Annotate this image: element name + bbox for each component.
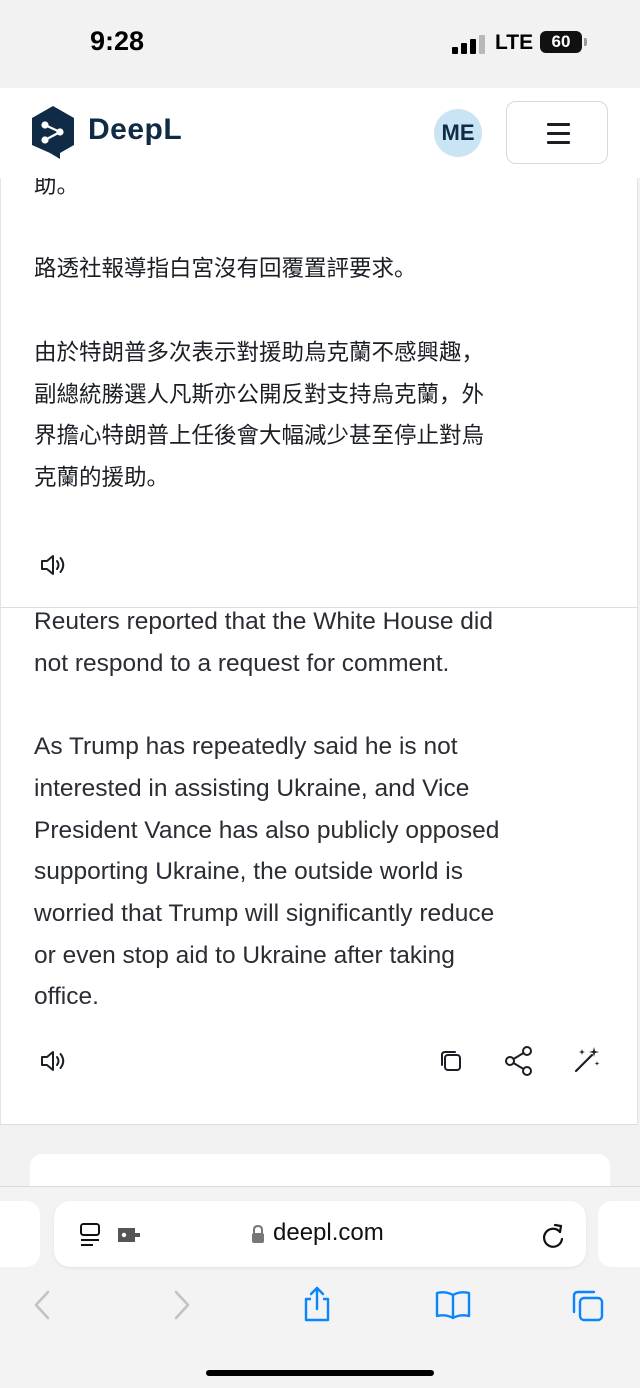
previous-tab-pill[interactable] (0, 1201, 40, 1267)
address-bar[interactable]: deepl.com (54, 1201, 586, 1267)
hamburger-menu-button[interactable] (506, 101, 608, 164)
source-paragraph: 助。 (34, 178, 80, 199)
source-paragraph: 由於特朗普多次表示對援助烏克蘭不感興趣， 副總統勝選人凡斯亦公開反對支持烏克蘭，… (34, 339, 485, 491)
battery-icon: 60 (540, 31, 582, 53)
source-paragraph: 路透社報導指白宮沒有回覆置評要求。 (34, 256, 417, 283)
signal-icon (452, 34, 486, 54)
menu-icon (547, 123, 570, 126)
url-text[interactable]: deepl.com (273, 1219, 384, 1247)
target-paragraph: As Trump has repeatedly said he is not i… (34, 733, 500, 1011)
browser-toolbar: deepl.com (0, 1186, 640, 1388)
dictionary-card (30, 1154, 610, 1186)
home-indicator[interactable] (206, 1370, 434, 1376)
user-avatar[interactable]: ME (434, 109, 482, 157)
tabs-icon[interactable] (570, 1288, 606, 1324)
source-text[interactable]: 助。 路透社報導指白宮沒有回覆置評要求。 由於特朗普多次表示對援助烏克蘭不感興趣… (34, 178, 564, 500)
bookmarks-icon[interactable] (434, 1289, 472, 1321)
share-icon[interactable] (503, 1045, 535, 1077)
brand-name[interactable]: DeepL (88, 113, 182, 147)
target-text-panel[interactable]: Reuters reported that the White House di… (0, 607, 638, 1125)
battery-level: 60 (551, 32, 571, 51)
improve-icon[interactable] (572, 1045, 602, 1075)
deepl-logo-icon[interactable] (30, 105, 76, 159)
app-header: DeepL ME (0, 88, 640, 178)
network-label: LTE (495, 31, 534, 54)
source-text-panel[interactable]: 助。 路透社報導指白宮沒有回覆置評要求。 由於特朗普多次表示對援助烏克蘭不感興趣… (0, 178, 638, 608)
speaker-icon[interactable] (39, 1048, 69, 1074)
next-tab-pill[interactable] (598, 1201, 640, 1267)
translator-content: 助。 路透社報導指白宮沒有回覆置評要求。 由於特朗普多次表示對援助烏克蘭不感興趣… (0, 178, 640, 1186)
back-icon[interactable] (32, 1289, 54, 1321)
share-icon[interactable] (301, 1285, 333, 1323)
reload-icon[interactable] (540, 1221, 566, 1249)
target-text[interactable]: Reuters reported that the White House di… (34, 601, 564, 1018)
status-time: 9:28 (90, 26, 145, 56)
target-paragraph: Reuters reported that the White House di… (34, 608, 493, 677)
speaker-icon[interactable] (39, 552, 69, 578)
menu-icon-bar (547, 141, 570, 144)
forward-icon[interactable] (170, 1289, 192, 1321)
extension-icon[interactable] (116, 1223, 144, 1247)
battery-cap (584, 38, 587, 46)
page-menu-icon[interactable] (78, 1221, 104, 1249)
copy-icon[interactable] (438, 1048, 464, 1074)
lock-icon (250, 1224, 266, 1244)
menu-icon-bar (547, 132, 570, 135)
status-bar: 9:28 LTE 60 (0, 0, 640, 88)
